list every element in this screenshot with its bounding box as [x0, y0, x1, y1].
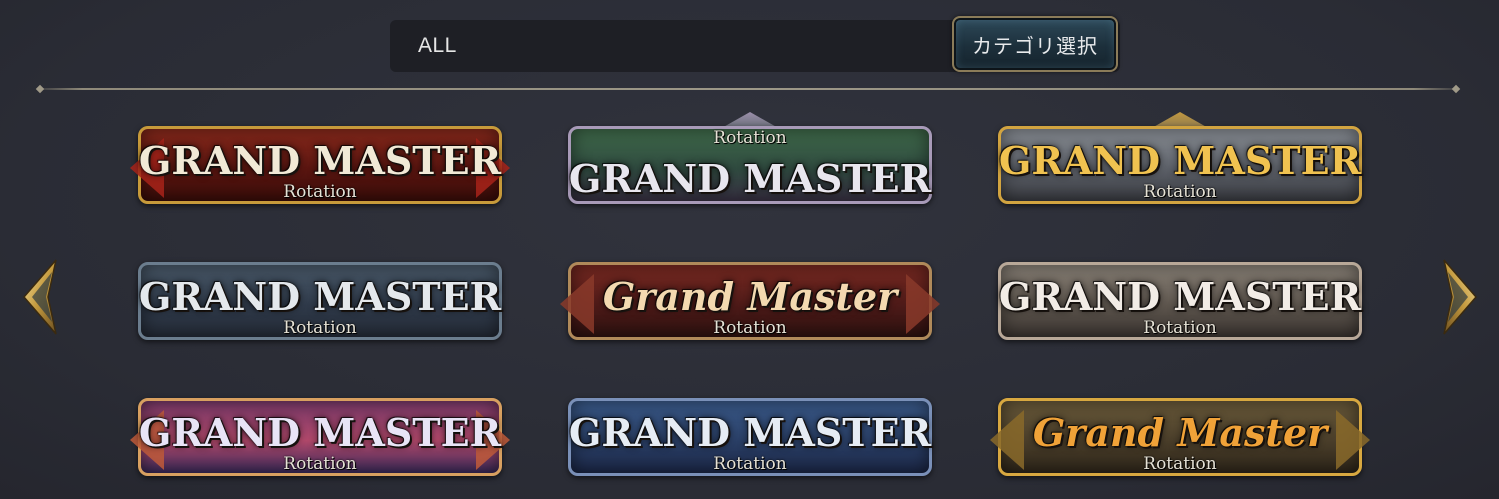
category-filter-bar: ALL カテゴリ選択 — [390, 16, 1120, 72]
badge-item[interactable]: GRAND MASTER Rotation — [560, 108, 940, 216]
badge-title: GRAND MASTER — [998, 274, 1362, 319]
badge-subtitle: Rotation — [1143, 182, 1217, 202]
previous-page-button[interactable] — [22, 258, 58, 336]
chevron-right-icon — [1443, 259, 1477, 335]
badge-item[interactable]: Grand Master Rotation — [560, 244, 940, 352]
badge-subtitle: Rotation — [713, 454, 787, 474]
badge-subtitle: Rotation — [1143, 318, 1217, 338]
badge-title: GRAND MASTER — [568, 156, 932, 201]
badge-item[interactable]: GRAND MASTER Rotation — [990, 244, 1370, 352]
badge-item[interactable]: Grand Master Rotation — [990, 380, 1370, 488]
badge-subtitle: Rotation — [713, 128, 787, 148]
badge-subtitle: Rotation — [713, 318, 787, 338]
badge-subtitle: Rotation — [283, 182, 357, 202]
chevron-left-icon — [23, 259, 57, 335]
badge-title: GRAND MASTER — [998, 138, 1362, 183]
badge-title: GRAND MASTER — [568, 410, 932, 455]
category-select-button[interactable]: カテゴリ選択 — [952, 16, 1118, 72]
category-badge-screen: ALL カテゴリ選択 GRAND MASTER Rotation GRAND M… — [0, 0, 1499, 499]
badge-grid: GRAND MASTER Rotation GRAND MASTER Rotat… — [130, 108, 1370, 488]
header-divider — [40, 88, 1456, 90]
badge-subtitle: Rotation — [1143, 454, 1217, 474]
badge-title: Grand Master — [1032, 410, 1328, 455]
badge-title: GRAND MASTER — [138, 410, 502, 455]
badge-title: Grand Master — [602, 274, 898, 319]
next-page-button[interactable] — [1442, 258, 1478, 336]
badge-item[interactable]: GRAND MASTER Rotation — [990, 108, 1370, 216]
badge-item[interactable]: GRAND MASTER Rotation — [560, 380, 940, 488]
badge-item[interactable]: GRAND MASTER Rotation — [130, 244, 510, 352]
badge-subtitle: Rotation — [283, 454, 357, 474]
current-category-label: ALL — [418, 34, 457, 57]
badge-item[interactable]: GRAND MASTER Rotation — [130, 108, 510, 216]
badge-title: GRAND MASTER — [138, 274, 502, 319]
badge-title: GRAND MASTER — [138, 138, 502, 183]
badge-subtitle: Rotation — [283, 318, 357, 338]
badge-item[interactable]: GRAND MASTER Rotation — [130, 380, 510, 488]
